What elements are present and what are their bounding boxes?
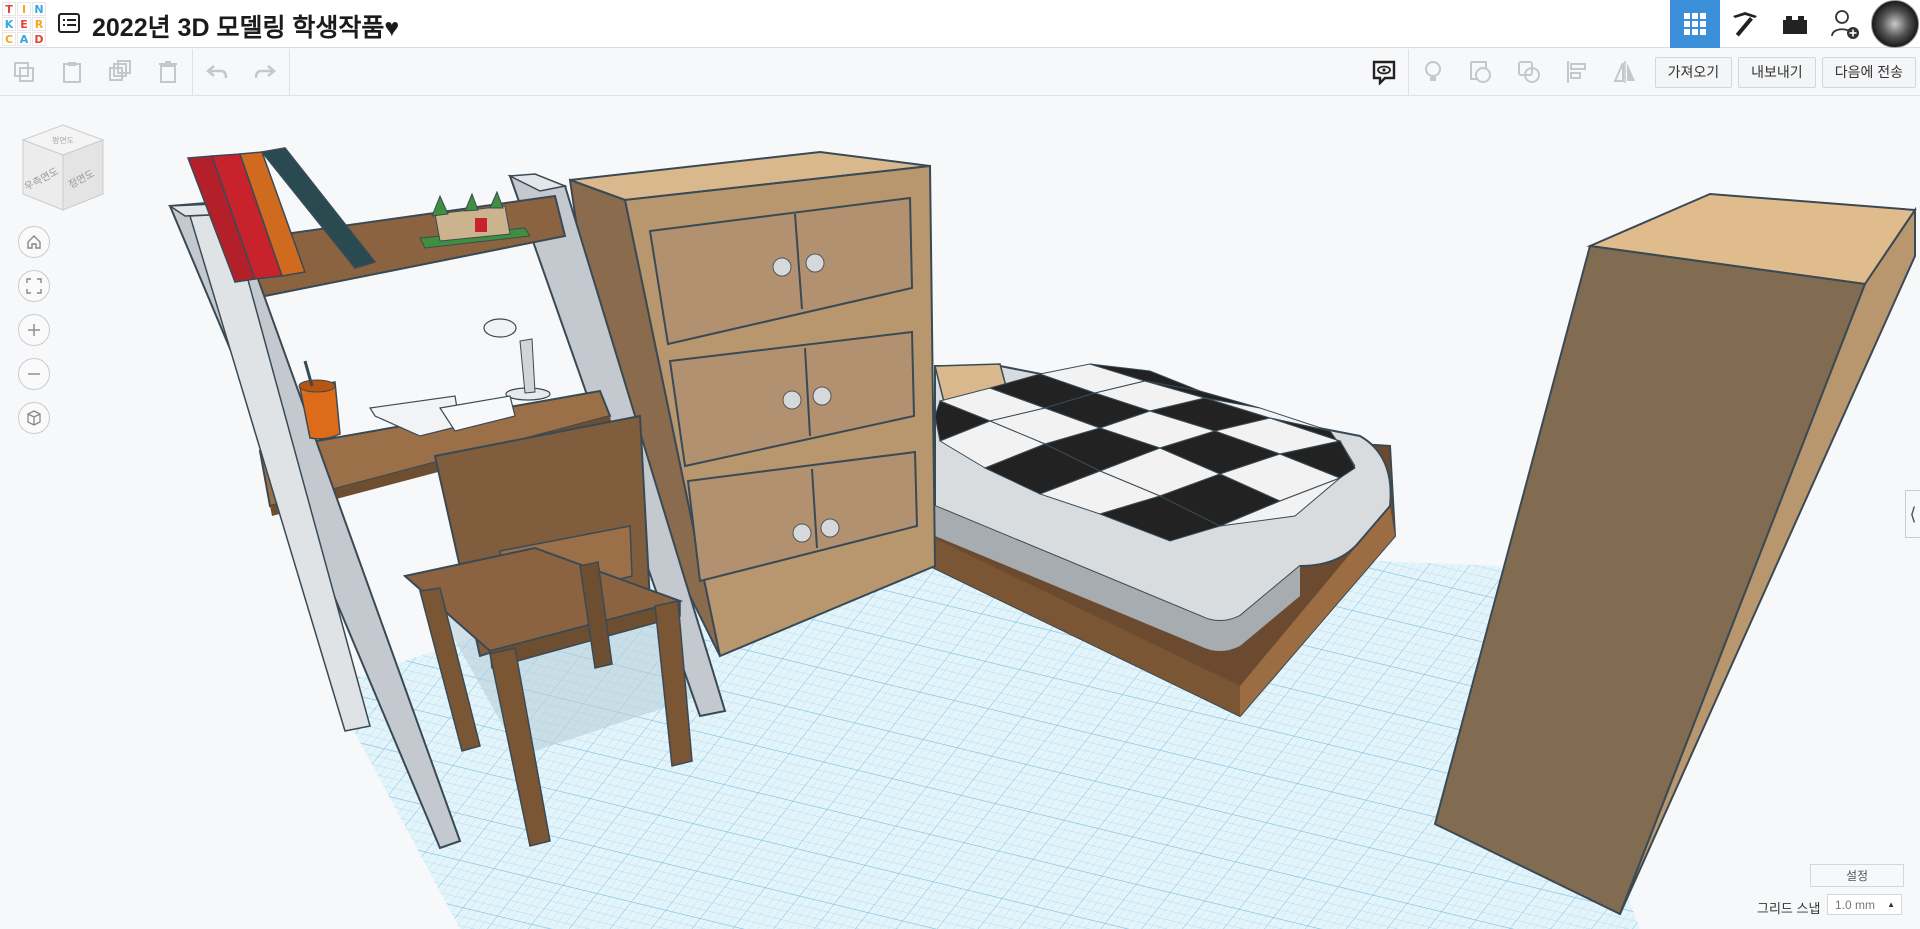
logo-letter: T — [2, 2, 16, 16]
chevron-left-icon: ⟨ — [1909, 503, 1917, 524]
export-button[interactable]: 내보내기 — [1738, 56, 1816, 88]
copy-button[interactable] — [0, 49, 48, 95]
side-panel-toggle[interactable]: ⟨ — [1905, 490, 1920, 538]
redo-icon — [254, 65, 276, 79]
grid-view-icon — [1684, 13, 1706, 35]
duplicate-button[interactable] — [96, 49, 144, 95]
lightbulb-icon — [1424, 61, 1441, 81]
pickaxe-icon — [1733, 12, 1757, 37]
paste-button[interactable] — [48, 49, 96, 95]
caret-up-icon: ▲ — [1887, 900, 1895, 909]
shape-ungroup-button[interactable] — [1505, 49, 1553, 95]
speech-bubble-eye-icon — [1372, 60, 1395, 85]
document-title[interactable]: 2022년 3D 모델링 학생작품♥ — [92, 8, 399, 44]
profile-button[interactable] — [1870, 0, 1920, 48]
grid-view-button[interactable] — [1670, 0, 1720, 48]
invite-user-button[interactable] — [1820, 0, 1870, 48]
lightbulb-button[interactable] — [1409, 49, 1457, 95]
trash-icon — [159, 61, 177, 83]
tinkercad-logo[interactable]: T I N K E R C A D — [2, 2, 46, 46]
codeblocks-minecraft-button[interactable] — [1720, 0, 1770, 48]
logo-letter: E — [17, 17, 31, 31]
send-to-button[interactable]: 다음에 전송 — [1821, 56, 1916, 88]
edit-toolbar: 가져오기 내보내기 다음에 전송 — [0, 49, 1920, 96]
copy-icon — [14, 62, 34, 82]
grid-snap-select[interactable]: 1.0 mm ▲ — [1827, 894, 1902, 915]
mirror-button[interactable] — [1601, 49, 1649, 95]
import-button[interactable]: 가져오기 — [1654, 56, 1733, 88]
align-icon — [1566, 61, 1586, 83]
grid-snap-value: 1.0 mm — [1835, 897, 1876, 912]
toolbar-divider — [289, 49, 290, 95]
ungroup-shape-icon — [1517, 61, 1540, 83]
logo-letter: K — [2, 17, 16, 31]
settings-button[interactable]: 설정 — [1810, 864, 1904, 887]
top-right-nav — [1670, 0, 1920, 48]
align-button[interactable] — [1553, 49, 1601, 95]
wardrobe-model[interactable] — [1433, 192, 1917, 916]
bricks-button[interactable] — [1770, 0, 1820, 48]
group-shape-icon — [1469, 61, 1491, 83]
top-bar: T I N K E R C A D 2022년 3D 모델링 학생작품♥ — [0, 0, 1920, 48]
undo-button[interactable] — [193, 49, 241, 95]
logo-letter: C — [2, 32, 16, 46]
notes-button[interactable] — [1360, 49, 1408, 95]
workplane-3d-scene[interactable] — [0, 96, 1920, 929]
redo-button[interactable] — [241, 49, 289, 95]
paste-icon — [63, 62, 81, 83]
logo-letter: R — [32, 17, 46, 31]
duplicate-icon — [109, 60, 131, 81]
grid-snap-label: 그리드 스냅 — [1757, 901, 1821, 916]
bricks-icon — [1783, 16, 1807, 34]
design-list-icon[interactable] — [58, 12, 80, 34]
logo-letter: I — [17, 2, 31, 16]
delete-button[interactable] — [144, 49, 192, 95]
avatar — [1871, 0, 1919, 48]
undo-icon — [206, 65, 228, 79]
shape-group-button[interactable] — [1457, 49, 1505, 95]
add-user-icon — [1831, 10, 1859, 39]
logo-letter: D — [32, 32, 46, 46]
mirror-icon — [1613, 61, 1635, 83]
logo-letter: A — [17, 32, 31, 46]
logo-letter: N — [32, 2, 46, 16]
